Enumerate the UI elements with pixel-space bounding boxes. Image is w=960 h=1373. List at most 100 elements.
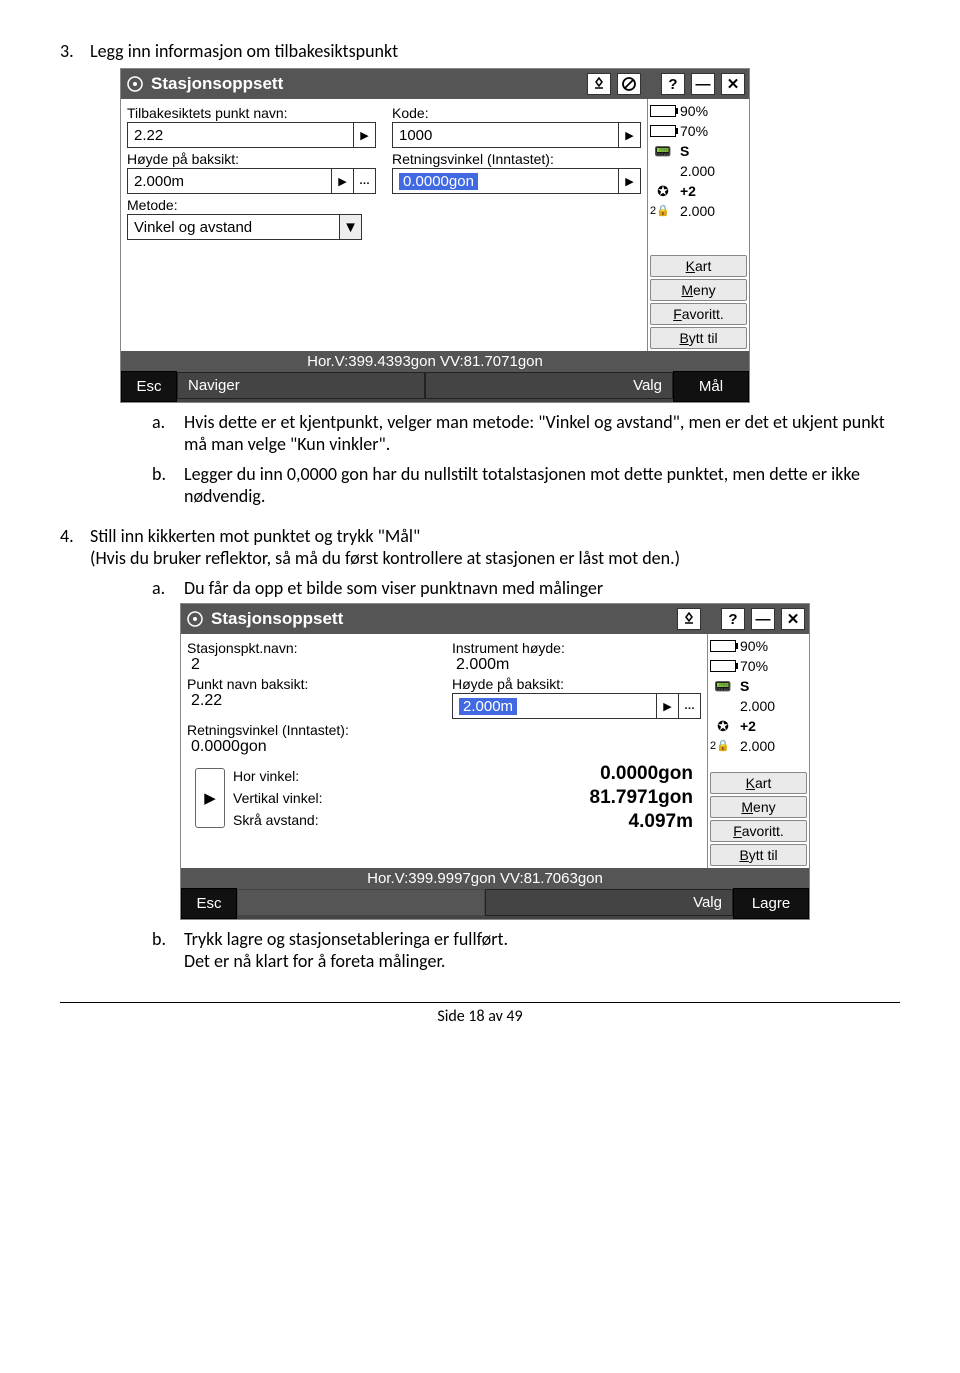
- window-title: Stasjonsoppsett: [151, 74, 581, 94]
- target-icon: ✪: [650, 181, 676, 201]
- softkey-empty: [237, 889, 485, 916]
- maal-button[interactable]: Mål: [673, 371, 749, 402]
- close-button[interactable]: ✕: [781, 608, 805, 630]
- app-icon: [185, 609, 205, 629]
- step-3a: a. Hvis dette er et kjentpunkt, velger m…: [152, 411, 900, 455]
- metode-select[interactable]: Vinkel og avstand ▼: [127, 214, 362, 240]
- dropdown-icon[interactable]: ▼: [339, 215, 361, 239]
- battery-value: 90%: [680, 101, 708, 121]
- cancel-button[interactable]: [617, 73, 641, 95]
- meas-label: Hor vinkel:: [233, 765, 363, 787]
- battery-value: 90%: [740, 636, 768, 656]
- sub-letter: b.: [152, 463, 184, 507]
- help-button[interactable]: ?: [721, 608, 745, 630]
- valg-button[interactable]: Valg: [485, 889, 733, 916]
- field-label: Instrument høyde:: [452, 640, 701, 656]
- battery-icon: [650, 105, 676, 117]
- battery-value: 70%: [680, 121, 708, 141]
- side-value: 2.000: [680, 201, 715, 221]
- valg-button[interactable]: Valg: [425, 372, 673, 399]
- battery-icon: [710, 660, 736, 672]
- instrument-icon: 📟: [650, 141, 676, 161]
- step-number: 4.: [60, 525, 90, 569]
- battery-icon: [710, 640, 736, 652]
- field-label: Stasjonspkt.navn:: [187, 640, 436, 656]
- expand-icon[interactable]: ▶: [331, 169, 353, 193]
- expand-icon[interactable]: ▶: [618, 169, 640, 193]
- side-value: 2.000: [680, 161, 715, 181]
- sub-text: Trykk lagre og stasjonsetableringa er fu…: [184, 928, 900, 972]
- meny-button[interactable]: Meny: [710, 796, 807, 818]
- expand-icon[interactable]: ▶: [656, 694, 678, 718]
- kart-button[interactable]: Kart: [710, 772, 807, 794]
- status-s: S: [740, 676, 749, 696]
- kart-button[interactable]: Kart: [650, 255, 747, 277]
- favoritt-button[interactable]: Favoritt.: [710, 820, 807, 842]
- titlebar: Stasjonsoppsett ? — ✕: [121, 69, 749, 99]
- screenshot-2: Stasjonsoppsett ? — ✕ Stasjonspkt.navn: …: [180, 603, 810, 920]
- field-label: Punkt navn baksikt:: [187, 676, 436, 692]
- step-number: 3.: [60, 40, 90, 62]
- field-label: Metode:: [127, 197, 641, 213]
- page-footer: Side 18 av 49: [60, 1002, 900, 1026]
- help-button[interactable]: ?: [661, 73, 685, 95]
- more-icon[interactable]: …: [353, 169, 375, 193]
- expand-meas-icon[interactable]: ▶: [195, 768, 225, 828]
- minimize-button[interactable]: —: [751, 608, 775, 630]
- readonly-value: 2.000m: [452, 656, 701, 674]
- screenshot-1: Stasjonsoppsett ? — ✕ Tilbakesiktets pun…: [120, 68, 750, 403]
- field-label: Retningsvinkel (Inntastet):: [187, 722, 701, 738]
- side-plus: +2: [680, 181, 696, 201]
- sub-text: Hvis dette er et kjentpunkt, velger man …: [184, 411, 900, 455]
- bytt-til-button[interactable]: Bytt til: [710, 844, 807, 866]
- side-plus: +2: [740, 716, 756, 736]
- meas-value: 0.0000gon: [371, 762, 693, 786]
- kode-input[interactable]: 1000 ▶: [392, 122, 641, 148]
- meas-label: Skrå avstand:: [233, 809, 363, 831]
- meas-value: 4.097m: [371, 810, 693, 834]
- esc-button[interactable]: Esc: [121, 371, 177, 402]
- sub-text: Du får da opp et bilde som viser punktna…: [184, 577, 900, 599]
- readonly-value: 2: [187, 656, 436, 674]
- titlebar: Stasjonsoppsett ? — ✕: [181, 604, 809, 634]
- more-icon[interactable]: …: [678, 694, 700, 718]
- lagre-button[interactable]: Lagre: [733, 888, 809, 919]
- expand-icon[interactable]: ▶: [353, 123, 375, 147]
- field-label: Retningsvinkel (Inntastet):: [392, 151, 641, 167]
- prism-button[interactable]: [677, 608, 701, 630]
- step-3: 3. Legg inn informasjon om tilbakesiktsp…: [60, 40, 900, 62]
- target-icon: ✪: [710, 716, 736, 736]
- field-label: Høyde på baksikt:: [127, 151, 376, 167]
- hoyde-baksikt-input[interactable]: 2.000m ▶ …: [452, 693, 701, 719]
- step-3b: b. Legger du inn 0,0000 gon har du nulls…: [152, 463, 900, 507]
- sub-letter: b.: [152, 928, 184, 972]
- input-value: 1000: [393, 127, 618, 144]
- instrument-icon: 📟: [710, 676, 736, 696]
- side-panel: 90% 70% 📟S 2.000 ✪+2 2🔒2.000 Kart Meny F…: [647, 99, 749, 351]
- esc-button[interactable]: Esc: [181, 888, 237, 919]
- favoritt-button[interactable]: Favoritt.: [650, 303, 747, 325]
- step-text: Legg inn informasjon om tilbakesiktspunk…: [90, 40, 900, 62]
- minimize-button[interactable]: —: [691, 73, 715, 95]
- softkey-bar: Esc Hor.V:399.9997gon VV:81.7063gon Valg…: [181, 868, 809, 919]
- retningsvinkel-input[interactable]: 0.0000gon ▶: [392, 168, 641, 194]
- sub-text: Legger du inn 0,0000 gon har du nullstil…: [184, 463, 900, 507]
- meny-button[interactable]: Meny: [650, 279, 747, 301]
- battery-icon: [650, 125, 676, 137]
- readonly-value: 0.0000gon: [187, 738, 701, 756]
- window-title: Stasjonsoppsett: [211, 609, 671, 629]
- hoyde-baksikt-input[interactable]: 2.000m ▶ …: [127, 168, 376, 194]
- naviger-button[interactable]: Naviger: [177, 372, 425, 399]
- status-readout: Hor.V:399.9997gon VV:81.7063gon: [237, 868, 733, 889]
- input-value: 2.22: [128, 127, 353, 144]
- bytt-til-button[interactable]: Bytt til: [650, 327, 747, 349]
- status-s: S: [680, 141, 689, 161]
- prism-button[interactable]: [587, 73, 611, 95]
- app-icon: [125, 74, 145, 94]
- step-4: 4. Still inn kikkerten mot punktet og tr…: [60, 525, 900, 569]
- close-button[interactable]: ✕: [721, 73, 745, 95]
- step-text: Still inn kikkerten mot punktet og trykk…: [90, 525, 900, 569]
- expand-icon[interactable]: ▶: [618, 123, 640, 147]
- measurement-panel: ▶ Hor vinkel: Vertikal vinkel: Skrå avst…: [187, 756, 701, 840]
- tilbakesikt-input[interactable]: 2.22 ▶: [127, 122, 376, 148]
